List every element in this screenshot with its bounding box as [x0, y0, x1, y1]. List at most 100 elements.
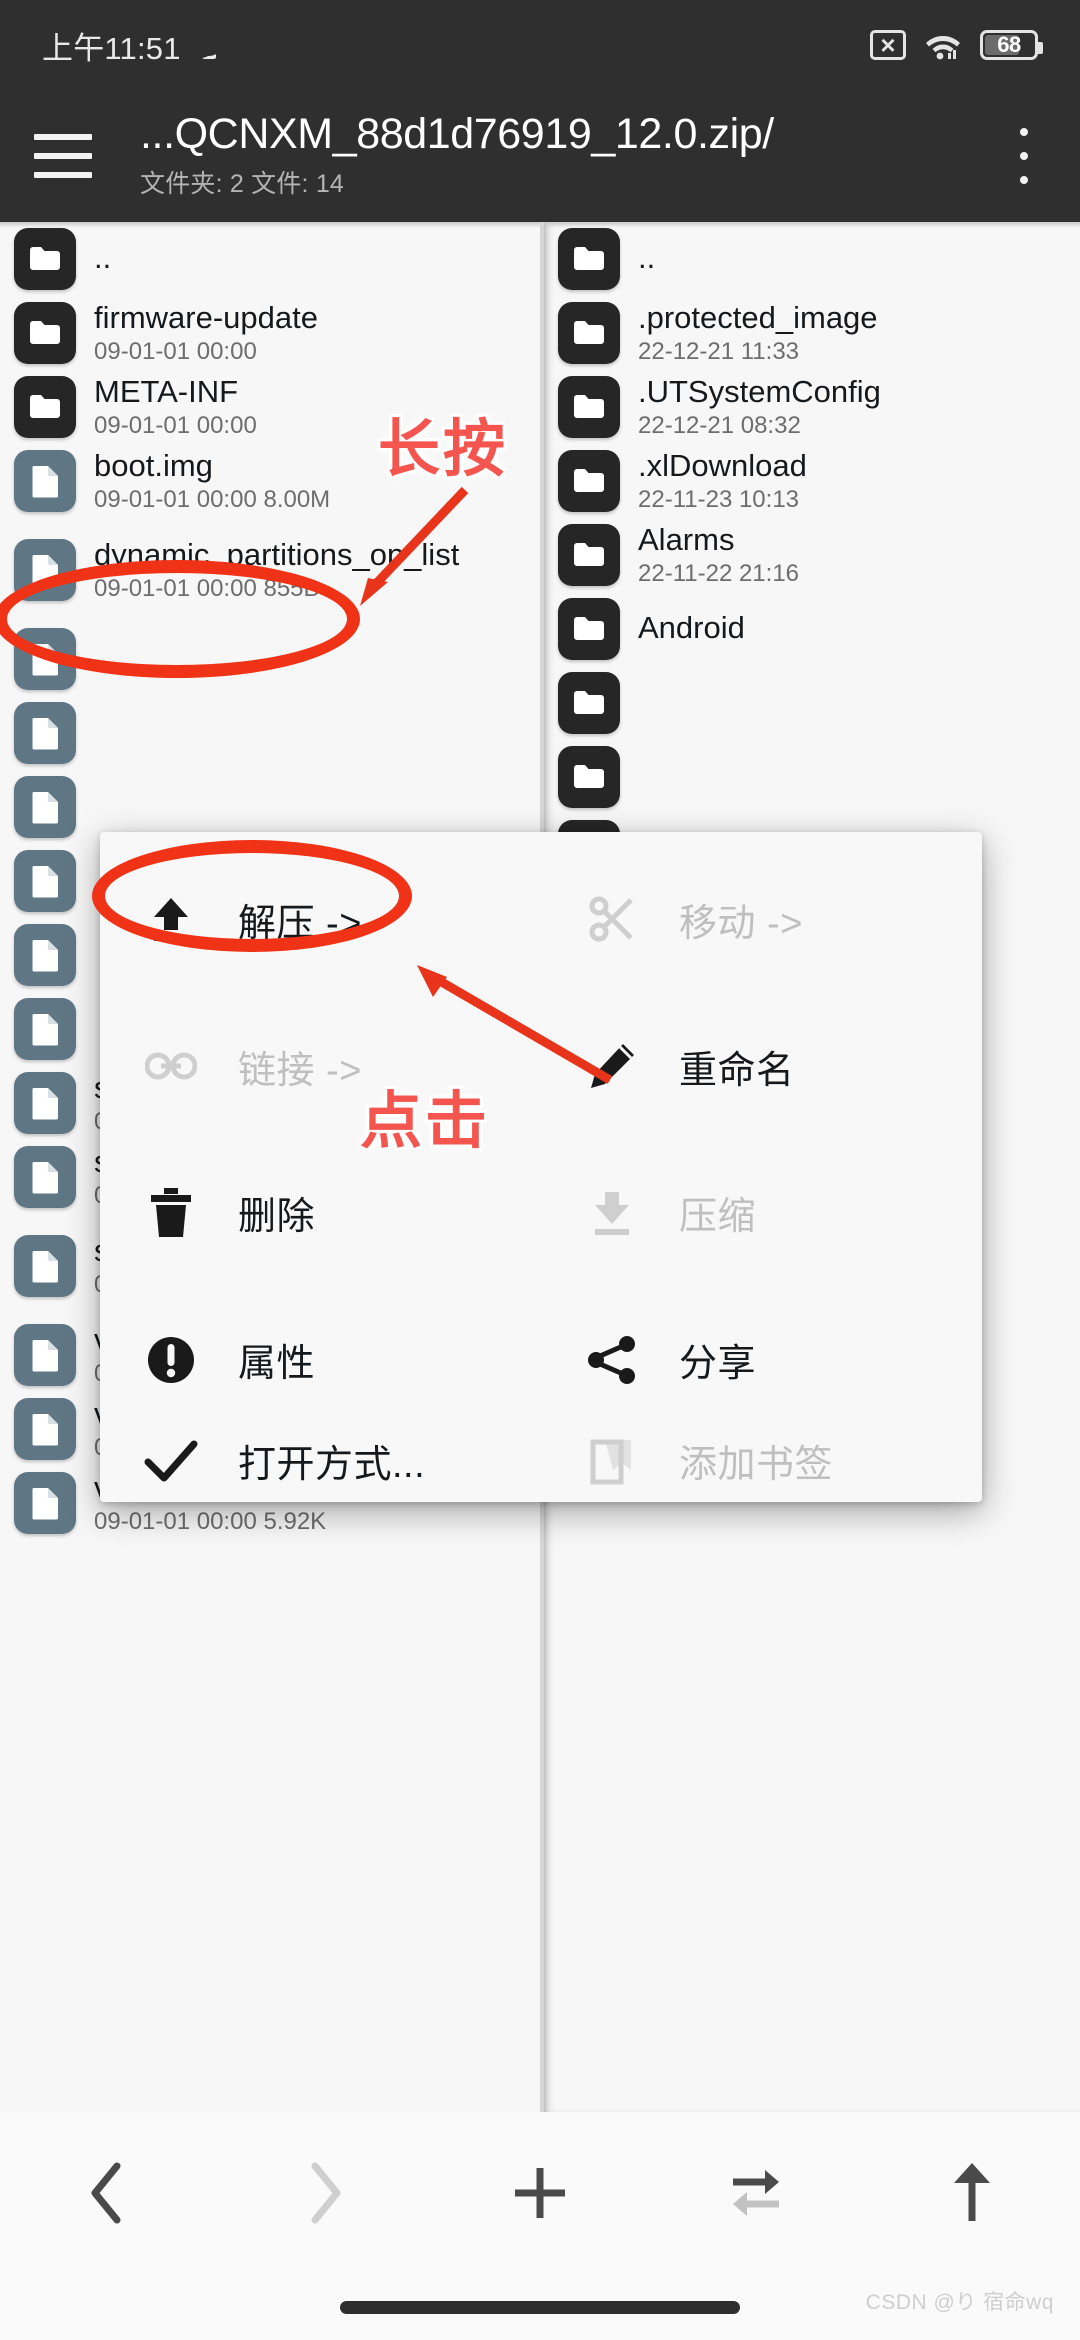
- menu-item-check[interactable]: 打开方式...: [100, 1433, 541, 1488]
- file-icon: [32, 1414, 58, 1446]
- back-button[interactable]: [48, 2138, 168, 2248]
- link-icon: [144, 1039, 198, 1093]
- menu-item-label: 属性: [238, 1343, 316, 1386]
- file-row-text: .UTSystemConfig 22-12-21 08:32: [638, 375, 881, 439]
- file-row[interactable]: [544, 666, 1080, 740]
- up-button[interactable]: [912, 2138, 1032, 2248]
- file-name: Android: [638, 610, 745, 645]
- info-circle-icon: [144, 1333, 198, 1387]
- file-name: ..: [94, 240, 112, 275]
- gesture-bar: [340, 2301, 740, 2314]
- file-name: META-INF: [94, 374, 239, 409]
- folder-icon: [558, 376, 620, 438]
- file-row[interactable]: .protected_image 22-12-21 11:33: [544, 296, 1080, 370]
- file-name: .xlDownload: [638, 448, 807, 483]
- file-name: .protected_image: [638, 300, 878, 335]
- file-row[interactable]: firmware-update 09-01-01 00:00: [0, 296, 540, 370]
- file-icon: [32, 466, 58, 498]
- clock: 上午11:51: [42, 30, 181, 66]
- file-name: firmware-update: [94, 300, 318, 335]
- scissors-icon: [585, 892, 639, 946]
- folder-icon: [574, 469, 604, 492]
- page-subtitle: 文件夹: 2 文件: 14: [140, 170, 345, 199]
- download-arrow-icon: [585, 1186, 639, 1240]
- file-row-text: .protected_image 22-12-21 11:33: [638, 301, 878, 365]
- folder-icon: [558, 524, 620, 586]
- menu-item-label: 压缩: [679, 1196, 757, 1239]
- menu-item-info-circle[interactable]: 属性: [100, 1286, 541, 1433]
- new-button[interactable]: [480, 2138, 600, 2248]
- file-row[interactable]: .xlDownload 22-11-23 10:13: [544, 444, 1080, 518]
- file-row[interactable]: ..: [544, 222, 1080, 296]
- no-sim-icon: [870, 30, 906, 60]
- file-row[interactable]: ..: [0, 222, 540, 296]
- file-meta: 09-01-01 00:00 5.92K: [94, 1507, 327, 1535]
- file-meta: 09-01-01 00:00: [94, 411, 257, 439]
- file-meta: 09-01-01 00:00 8.00M: [94, 485, 331, 513]
- file-row-text: META-INF 09-01-01 00:00: [94, 375, 257, 439]
- folder-icon: [574, 543, 604, 566]
- folder-icon: [558, 672, 620, 734]
- file-icon: [14, 924, 76, 986]
- page-title: ...QCNXM_88d1d76919_12.0.zip/: [140, 111, 774, 158]
- file-name: .UTSystemConfig: [638, 374, 881, 409]
- folder-icon: [574, 321, 604, 344]
- menu-item-label: 分享: [679, 1343, 757, 1386]
- menu-item-share[interactable]: 分享: [541, 1286, 982, 1433]
- file-icon: [32, 718, 58, 750]
- menu-item-bookmark: 添加书签: [541, 1433, 982, 1488]
- folder-icon: [558, 450, 620, 512]
- forward-button[interactable]: [264, 2138, 384, 2248]
- file-icon: [14, 702, 76, 764]
- menu-item-label: 删除: [238, 1196, 316, 1239]
- menu-item-trash[interactable]: 删除: [100, 1140, 541, 1287]
- status-bar-left: 上午11:51: [42, 23, 216, 68]
- file-meta: 09-01-01 00:00: [94, 337, 257, 365]
- hamburger-icon[interactable]: [34, 134, 92, 178]
- folder-icon: [558, 302, 620, 364]
- highlight-ellipse-boot-img: [0, 560, 360, 678]
- file-icon: [32, 1251, 58, 1283]
- folder-icon: [30, 247, 60, 270]
- menu-item-scissors: 移动 ->: [541, 846, 982, 993]
- file-icon: [14, 1072, 76, 1134]
- bottom-toolbar: CSDN @り 宿命wq: [0, 2112, 1080, 2340]
- file-row[interactable]: Alarms 22-11-22 21:16: [544, 518, 1080, 592]
- file-row[interactable]: boot.img 09-01-01 00:00 8.00M: [0, 444, 540, 518]
- folder-icon: [574, 617, 604, 640]
- folder-icon: [558, 746, 620, 808]
- file-row[interactable]: [0, 696, 540, 770]
- pencil-icon: [585, 1039, 639, 1093]
- plus-icon: [515, 2168, 565, 2218]
- folder-icon: [30, 321, 60, 344]
- menu-item-pencil[interactable]: 重命名: [541, 993, 982, 1140]
- battery-level: 68: [997, 32, 1021, 57]
- file-row[interactable]: META-INF 09-01-01 00:00: [0, 370, 540, 444]
- file-row[interactable]: [544, 740, 1080, 814]
- menu-item-download-arrow: 压缩: [541, 1140, 982, 1287]
- file-name: ..: [638, 240, 656, 275]
- menu-item-label: 添加书签: [679, 1444, 834, 1486]
- file-icon: [14, 1324, 76, 1386]
- share-icon: [585, 1333, 639, 1387]
- file-row[interactable]: Android: [544, 592, 1080, 666]
- file-row-text: ..: [638, 241, 655, 278]
- file-icon: [32, 1488, 58, 1520]
- folder-icon: [14, 228, 76, 290]
- file-meta: 22-11-22 21:16: [638, 559, 800, 587]
- file-row-text: Android: [638, 611, 745, 648]
- folder-icon: [574, 691, 604, 714]
- file-icon: [14, 776, 76, 838]
- file-icon: [32, 866, 58, 898]
- file-row-text: ..: [94, 241, 111, 278]
- status-bar: 上午11:51 68: [0, 0, 1080, 90]
- file-icon: [14, 1398, 76, 1460]
- file-row-text: boot.img 09-01-01 00:00 8.00M: [94, 449, 330, 513]
- arrow-up-icon: [954, 2163, 990, 2221]
- file-row[interactable]: .UTSystemConfig 22-12-21 08:32: [544, 370, 1080, 444]
- folder-icon: [558, 228, 620, 290]
- file-icon: [14, 1146, 76, 1208]
- more-vert-icon[interactable]: [1002, 128, 1046, 184]
- swap-button[interactable]: [696, 2138, 816, 2248]
- trash-icon: [144, 1186, 198, 1240]
